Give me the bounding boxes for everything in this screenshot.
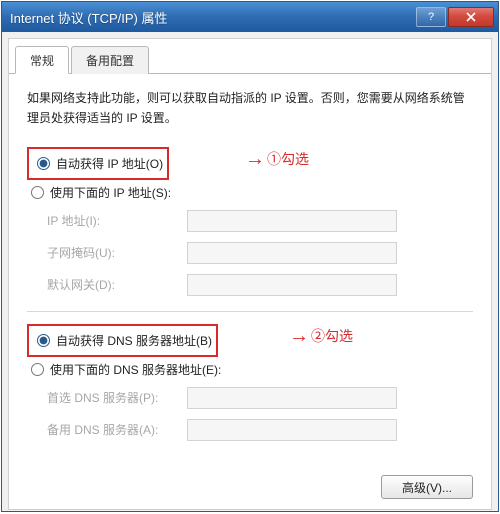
field-default-gateway: 默认网关(D): xyxy=(27,269,473,301)
field-dns-preferred: 首选 DNS 服务器(P): xyxy=(27,382,473,414)
input-default-gateway xyxy=(187,274,397,296)
radio-ip-manual-row[interactable]: 使用下面的 IP 地址(S): xyxy=(27,180,473,205)
tab-general[interactable]: 常规 xyxy=(15,46,69,74)
label-dns-preferred: 首选 DNS 服务器(P): xyxy=(27,389,187,406)
radio-dns-manual[interactable] xyxy=(31,363,44,376)
label-ip-address: IP 地址(I): xyxy=(27,212,187,229)
advanced-button[interactable]: 高级(V)... xyxy=(381,475,473,499)
separator xyxy=(27,311,473,312)
input-ip-address xyxy=(187,210,397,232)
highlight-box-dns: 自动获得 DNS 服务器地址(B) xyxy=(27,324,218,357)
label-default-gateway: 默认网关(D): xyxy=(27,276,187,293)
input-dns-preferred xyxy=(187,387,397,409)
radio-ip-auto-row[interactable]: 自动获得 IP 地址(O) xyxy=(33,151,163,176)
ip-group: → ①勾选 自动获得 IP 地址(O) 使用下面的 IP 地址(S): IP 地… xyxy=(27,147,473,301)
radio-dns-auto-row[interactable]: 自动获得 DNS 服务器地址(B) xyxy=(33,328,212,353)
radio-dns-auto-label: 自动获得 DNS 服务器地址(B) xyxy=(56,332,212,349)
field-subnet-mask: 子网掩码(U): xyxy=(27,237,473,269)
help-button[interactable]: ? xyxy=(416,7,446,27)
dialog-window: Internet 协议 (TCP/IP) 属性 ? 常规 备用配置 如果网络支持… xyxy=(1,1,499,512)
titlebar: Internet 协议 (TCP/IP) 属性 ? xyxy=(2,2,498,32)
radio-dns-auto[interactable] xyxy=(37,334,50,347)
input-subnet-mask xyxy=(187,242,397,264)
highlight-box-ip: 自动获得 IP 地址(O) xyxy=(27,147,169,180)
annotation-1: → ①勾选 xyxy=(245,149,309,169)
label-dns-alternate: 备用 DNS 服务器(A): xyxy=(27,421,187,438)
button-row: 高级(V)... xyxy=(381,475,473,499)
label-subnet-mask: 子网掩码(U): xyxy=(27,244,187,261)
radio-ip-auto-label: 自动获得 IP 地址(O) xyxy=(56,155,163,172)
radio-ip-manual-label: 使用下面的 IP 地址(S): xyxy=(50,184,171,201)
radio-dns-manual-label: 使用下面的 DNS 服务器地址(E): xyxy=(50,361,221,378)
dns-group: → ②勾选 自动获得 DNS 服务器地址(B) 使用下面的 DNS 服务器地址(… xyxy=(27,324,473,446)
radio-dns-manual-row[interactable]: 使用下面的 DNS 服务器地址(E): xyxy=(27,357,473,382)
close-button[interactable] xyxy=(448,7,494,27)
input-dns-alternate xyxy=(187,419,397,441)
field-ip-address: IP 地址(I): xyxy=(27,205,473,237)
window-title: Internet 协议 (TCP/IP) 属性 xyxy=(10,8,414,27)
tab-strip: 常规 备用配置 xyxy=(9,39,491,74)
radio-ip-manual[interactable] xyxy=(31,186,44,199)
close-icon xyxy=(466,12,476,22)
window-controls: ? xyxy=(414,7,494,27)
arrow-icon: → xyxy=(289,326,309,346)
tab-content: 如果网络支持此功能，则可以获取自动指派的 IP 设置。否则，您需要从网络系统管理… xyxy=(9,74,491,466)
arrow-icon: → xyxy=(245,149,265,169)
annotation-2: → ②勾选 xyxy=(289,326,353,346)
radio-ip-auto[interactable] xyxy=(37,157,50,170)
description-text: 如果网络支持此功能，则可以获取自动指派的 IP 设置。否则，您需要从网络系统管理… xyxy=(27,88,473,129)
annotation-1-text: ①勾选 xyxy=(267,149,309,169)
annotation-2-text: ②勾选 xyxy=(311,326,353,346)
field-dns-alternate: 备用 DNS 服务器(A): xyxy=(27,414,473,446)
tab-alternate[interactable]: 备用配置 xyxy=(71,46,149,74)
client-area: 常规 备用配置 如果网络支持此功能，则可以获取自动指派的 IP 设置。否则，您需… xyxy=(8,38,492,510)
